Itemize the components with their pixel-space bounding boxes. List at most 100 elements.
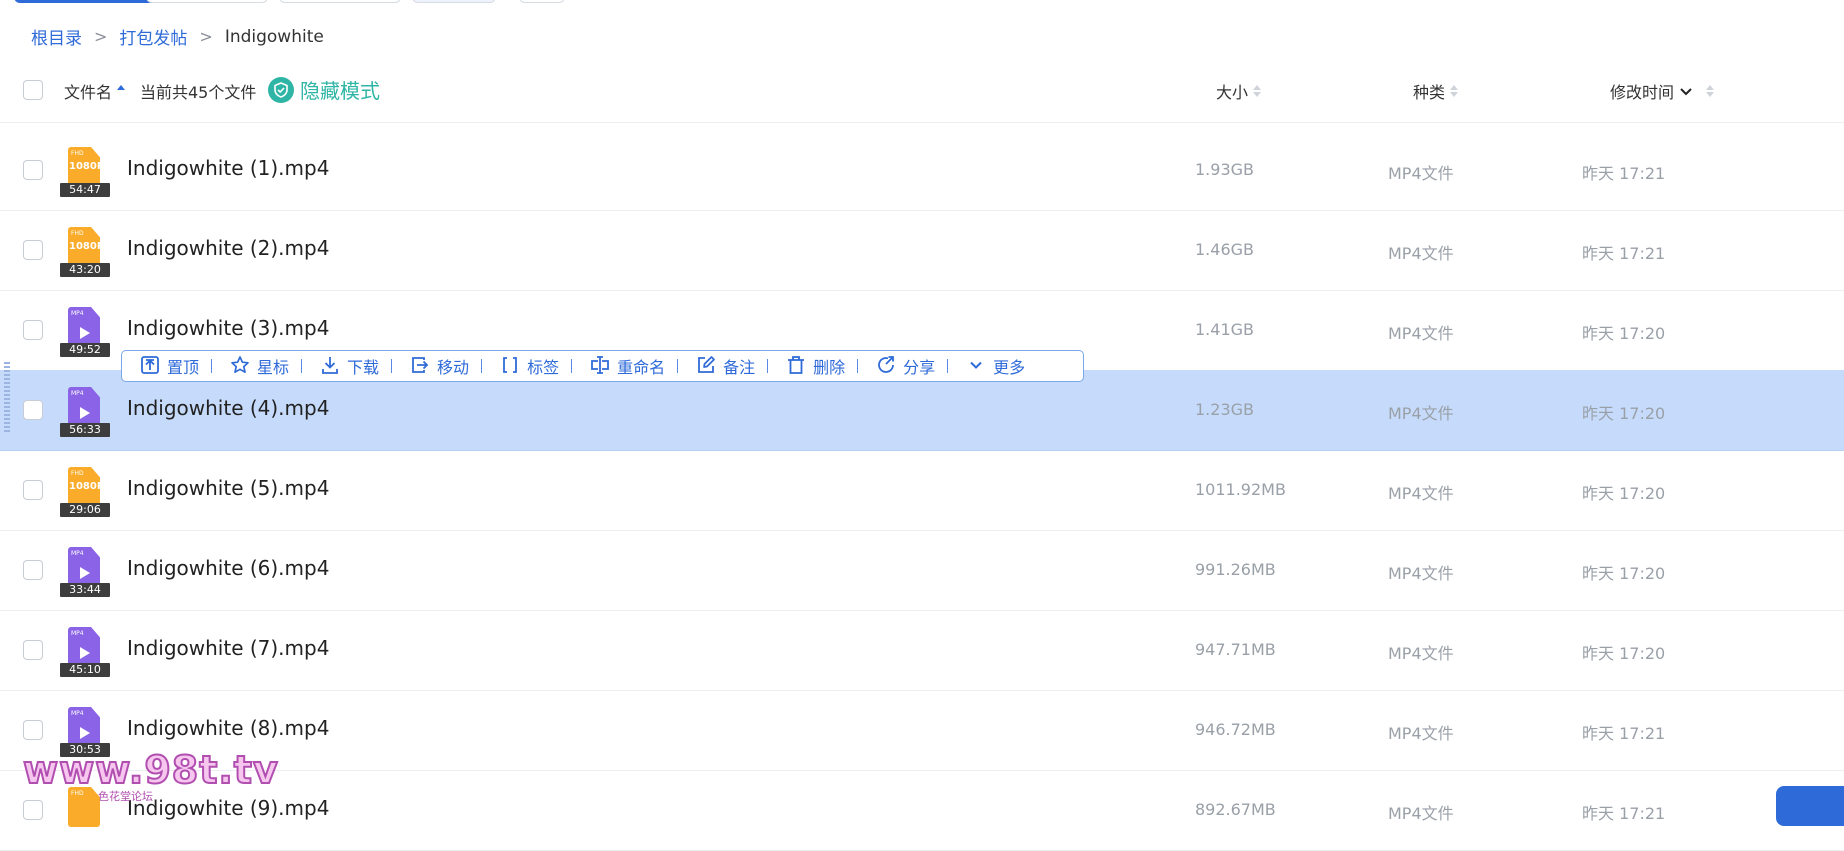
rename-button[interactable]: 重命名: [572, 354, 677, 378]
toolbar-divider: [677, 359, 679, 373]
row-checkbox[interactable]: [23, 560, 43, 580]
row-checkbox[interactable]: [23, 480, 43, 500]
row-checkbox[interactable]: [23, 160, 43, 180]
star-button[interactable]: 星标: [212, 354, 301, 378]
file-type: MP4文件: [1388, 564, 1454, 583]
sort-icon: [1450, 85, 1459, 97]
mtime-column-header[interactable]: 修改时间: [1610, 79, 1715, 103]
toolbar-divider: [767, 359, 769, 373]
breadcrumb-folder[interactable]: 打包发帖: [119, 24, 187, 49]
delete-button[interactable]: 删除: [768, 354, 857, 378]
file-name[interactable]: Indigowhite (9).mp4: [127, 796, 329, 820]
file-row[interactable]: FHD 1080P 54:47 Indigowhite (1).mp4 1.93GB MP…: [0, 130, 1844, 211]
file-name[interactable]: Indigowhite (7).mp4: [127, 636, 329, 660]
new-folder-button[interactable]: [146, 0, 268, 3]
shield-check-icon: [268, 76, 294, 103]
file-size: 1011.92MB: [1195, 480, 1286, 499]
file-name[interactable]: Indigowhite (5).mp4: [127, 476, 329, 500]
resolution-label: 1080P: [69, 241, 105, 252]
toolbar-divider: [211, 359, 213, 373]
file-name[interactable]: Indigowhite (2).mp4: [127, 236, 329, 260]
note-button[interactable]: 备注: [678, 354, 767, 378]
duration-label: 49:52: [60, 343, 110, 357]
row-checkbox[interactable]: [23, 400, 43, 420]
file-mtime: 昨天 17:20: [1582, 404, 1666, 423]
duration-label: 54:47: [60, 183, 110, 197]
resolution-label: 1080P: [69, 481, 105, 492]
file-name[interactable]: Indigowhite (4).mp4: [127, 396, 329, 420]
duration-label: 29:06: [60, 503, 110, 517]
duration-label: 45:10: [60, 663, 110, 677]
chevron-down-icon[interactable]: [1680, 82, 1692, 101]
file-mtime: 昨天 17:21: [1582, 244, 1666, 263]
size-column-label: 大小: [1216, 83, 1249, 102]
tag-button[interactable]: 标签: [482, 354, 571, 378]
share-button[interactable]: 分享: [858, 354, 947, 378]
orange-1080p-video-icon: FHD 1080P 54:47: [60, 147, 110, 197]
file-type: MP4文件: [1388, 804, 1454, 823]
row-checkbox[interactable]: [23, 800, 43, 820]
file-row[interactable]: MP4 56:33 Indigowhite (4).mp4 1.23GB MP4文件 昨天…: [0, 370, 1844, 451]
file-name[interactable]: Indigowhite (3).mp4: [127, 316, 329, 340]
file-name[interactable]: Indigowhite (1).mp4: [127, 156, 329, 180]
file-name[interactable]: Indigowhite (8).mp4: [127, 716, 329, 740]
file-mtime: 昨天 17:21: [1582, 804, 1666, 823]
type-column-label: 种类: [1413, 83, 1446, 102]
file-list-header: 文件名 当前共45个文件 隐藏模式 大小 种类 修改时间: [0, 62, 1844, 123]
orange-1080p-video-icon: FHD 1080P 29:06: [60, 467, 110, 517]
rename-icon: [590, 355, 610, 378]
view-toggle-button[interactable]: [412, 0, 496, 3]
chevron-right-icon: >: [199, 27, 213, 46]
bracket-tag-icon: [500, 355, 520, 378]
file-row[interactable]: MP4 33:44 Indigowhite (6).mp4 991.26MB MP4文件…: [0, 530, 1844, 611]
download-button[interactable]: 下载: [302, 354, 391, 378]
row-checkbox[interactable]: [23, 320, 43, 340]
offline-download-button[interactable]: [279, 0, 401, 3]
toolbar-divider: [391, 359, 393, 373]
file-row[interactable]: MP4 45:10 Indigowhite (7).mp4 947.71MB MP4文件…: [0, 610, 1844, 691]
file-row[interactable]: FHD 1080P 43:20 Indigowhite (2).mp4 1.46GB MP…: [0, 210, 1844, 291]
file-count: 当前共45个文件: [140, 83, 257, 102]
orange-1080p-video-icon: FHD 1080P 43:20: [60, 227, 110, 277]
row-checkbox[interactable]: [23, 720, 43, 740]
name-column-label: 文件名: [64, 83, 113, 102]
download-icon: [320, 355, 340, 378]
site-watermark: www.98t.tv: [22, 747, 279, 793]
more-button[interactable]: 更多: [948, 354, 1037, 378]
toolbar-divider: [857, 359, 859, 373]
file-mtime: 昨天 17:20: [1582, 324, 1666, 343]
duration-label: 33:44: [60, 583, 110, 597]
row-checkbox[interactable]: [23, 240, 43, 260]
pin-button[interactable]: 置顶: [122, 354, 211, 378]
purple-mp4-video-icon: MP4 45:10: [60, 627, 110, 677]
toolbar-divider: [571, 359, 573, 373]
drag-handle[interactable]: [4, 362, 10, 432]
row-checkbox[interactable]: [23, 640, 43, 660]
select-all-checkbox[interactable]: [23, 80, 43, 100]
breadcrumb-root[interactable]: 根目录: [31, 24, 82, 49]
play-icon: [80, 727, 90, 739]
file-row[interactable]: FHD 1080P 29:06 Indigowhite (5).mp4 1011.92M…: [0, 450, 1844, 531]
toolbar-divider: [947, 359, 949, 373]
floating-action-button[interactable]: [1776, 786, 1844, 826]
extra-button[interactable]: [519, 0, 565, 3]
row-action-toolbar: 置顶 星标 下载 移动 标签 重命名 备注 删除 分享 更多: [121, 350, 1084, 382]
purple-mp4-video-icon: MP4 56:33: [60, 387, 110, 437]
file-size: 946.72MB: [1195, 720, 1276, 739]
duration-label: 43:20: [60, 263, 110, 277]
name-column-header[interactable]: 文件名: [64, 79, 126, 103]
upload-button[interactable]: [14, 0, 166, 3]
size-column-header[interactable]: 大小: [1216, 79, 1262, 103]
chevron-down-icon: [966, 355, 986, 378]
file-name[interactable]: Indigowhite (6).mp4: [127, 556, 329, 580]
hidden-mode-label: 隐藏模式: [300, 79, 380, 103]
file-size: 1.41GB: [1195, 320, 1254, 339]
file-mtime: 昨天 17:21: [1582, 724, 1666, 743]
file-mtime: 昨天 17:21: [1582, 164, 1666, 183]
share-icon: [876, 355, 896, 378]
file-size: 892.67MB: [1195, 800, 1276, 819]
hidden-mode-toggle[interactable]: 隐藏模式: [268, 75, 380, 104]
type-column-header[interactable]: 种类: [1413, 79, 1459, 103]
sort-icon: [1253, 85, 1262, 97]
move-button[interactable]: 移动: [392, 354, 481, 378]
